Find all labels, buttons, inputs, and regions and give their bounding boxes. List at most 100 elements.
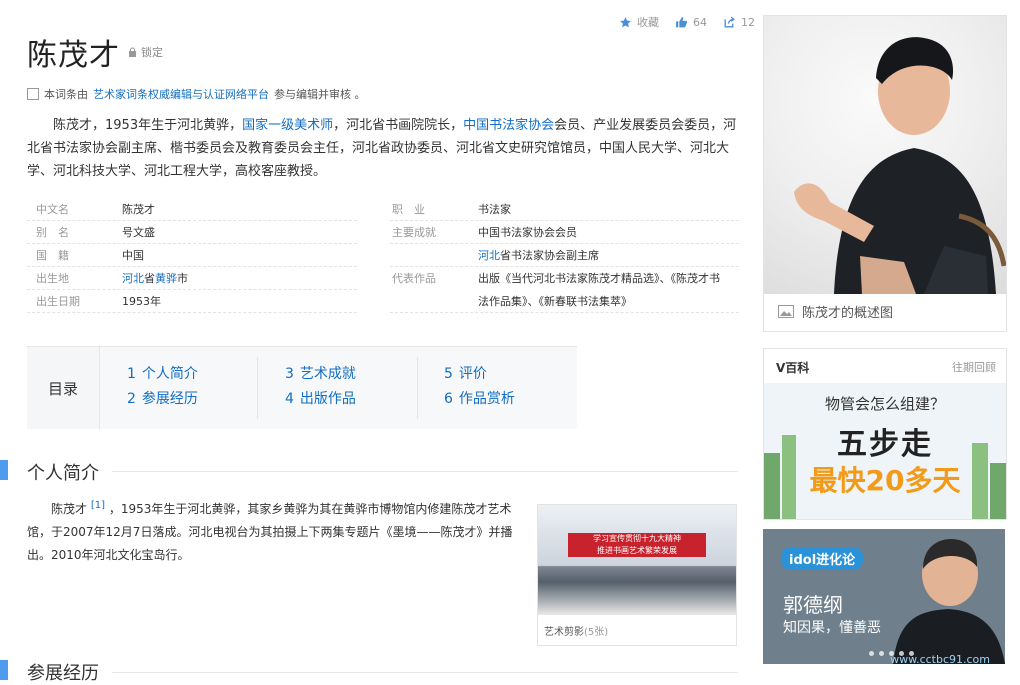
portrait-caption-text: 陈茂才的概述图	[802, 306, 894, 321]
banner-line: 推进书画艺术繁荣发展	[597, 546, 677, 555]
authority-notice: 本词条由 艺术家词条权威编辑与认证网络平台 参与编辑并审核 。	[27, 86, 366, 102]
catalog-item[interactable]: 3 艺术成就	[285, 363, 356, 383]
share-count: 12	[741, 15, 755, 29]
catalog-item[interactable]: 4 出版作品	[285, 388, 356, 408]
lock-icon	[129, 47, 136, 57]
summary-pic[interactable]: 陈茂才的概述图	[763, 15, 1007, 332]
info-value: 市	[177, 272, 188, 285]
v-baike-header: V百科 往期回顾	[764, 349, 1006, 383]
info-key: 主要成就	[392, 226, 436, 239]
like-count: 64	[693, 15, 707, 29]
info-value: 号文盛	[122, 226, 155, 239]
v-baike-title: V百科	[776, 361, 810, 375]
section-marker	[0, 460, 8, 480]
info-value-link[interactable]: 河北	[122, 272, 144, 285]
section-divider	[112, 672, 738, 673]
info-value: 中国	[122, 249, 144, 262]
v-baike-ad[interactable]: 物管会怎么组建？ 五步走 最快20多天	[764, 383, 1006, 519]
info-value: 书法家	[478, 203, 511, 216]
portrait-image[interactable]	[764, 16, 1006, 294]
summary-link[interactable]: 国家一级美术师	[242, 118, 333, 133]
section-marker	[0, 660, 8, 680]
banner-line: 学习宣传贯彻十九大精神	[593, 534, 681, 543]
lemma-summary: 陈茂才，1953年生于河北黄骅，国家一级美术师，河北省书画院院长，中国书法家协会…	[27, 114, 739, 183]
catalog-label: 艺术成就	[299, 366, 356, 382]
catalog-item[interactable]: 5 评价	[444, 363, 487, 383]
album-caption-label: 艺术剪影	[544, 627, 584, 638]
info-value: 中国书法家协会会员	[478, 226, 577, 239]
reference-link[interactable]: [1]	[91, 500, 105, 511]
authority-suffix: 参与编辑并审核 。	[274, 88, 366, 101]
authority-org-link[interactable]: 艺术家词条权威编辑与认证网络平台	[93, 86, 269, 102]
info-key: 出生日期	[36, 295, 80, 308]
catalog-number: 6	[444, 391, 453, 407]
photo-album[interactable]: 学习宣传贯彻十九大精神 推进书画艺术繁荣发展 艺术剪影(5张)	[537, 504, 737, 646]
favorite-button[interactable]: 收藏	[619, 14, 659, 30]
catalog: 目录 1 个人简介 2 参展经历 3 艺术成就 4 出版作品 5 评价 6 作品赏析	[27, 346, 577, 429]
info-key: 别 名	[36, 226, 69, 239]
ad-subheadline: 最快20多天	[809, 464, 961, 497]
info-key: 中文名	[36, 203, 69, 216]
info-value: 陈茂才	[122, 203, 155, 216]
entry-actions: 收藏 64 12	[619, 14, 755, 30]
portrait-illustration	[794, 37, 1006, 294]
star-icon	[620, 16, 631, 27]
album-count: (5张)	[584, 627, 609, 638]
info-key: 职 业	[392, 203, 425, 216]
ad-headline: 五步走	[837, 427, 933, 462]
catalog-item[interactable]: 2 参展经历	[127, 388, 198, 408]
catalog-label: 评价	[458, 366, 487, 382]
album-caption: 艺术剪影(5张)	[544, 623, 608, 638]
watermark: www.cctbc91.com	[890, 653, 990, 666]
intro-name: 陈茂才	[51, 502, 88, 516]
v-baike-panel: V百科 往期回顾 物管会怎么组建？ 五步走 最快20多天	[763, 348, 1007, 520]
photo-banner: 学习宣传贯彻十九大精神 推进书画艺术繁荣发展	[568, 533, 706, 557]
album-image[interactable]: 学习宣传贯彻十九大精神 推进书画艺术繁荣发展	[538, 505, 736, 615]
thumbs-up-icon	[676, 16, 688, 27]
promo-banner[interactable]: idol进化论 郭德纲 知因果，懂善恶	[763, 529, 1005, 664]
info-value: 省书法家协会副主席	[500, 249, 599, 262]
info-value: 法作品集》、《新春联书法集萃》	[478, 295, 632, 308]
info-value-link[interactable]: 黄骅	[155, 272, 177, 285]
like-button[interactable]: 64	[675, 16, 707, 29]
info-key: 国 籍	[36, 249, 69, 262]
lock-status: 锁定	[128, 44, 163, 60]
document-icon	[27, 88, 39, 100]
lock-label: 锁定	[141, 46, 163, 59]
summary-text: ，河北省书画院院长，	[333, 118, 464, 133]
past-issues-link[interactable]: 往期回顾	[952, 359, 996, 375]
info-value: 1953年	[122, 295, 161, 308]
ad-question: 物管会怎么组建？	[824, 395, 945, 413]
info-value: 出版《当代河北书法家陈茂才精品选》、《陈茂才书	[478, 272, 720, 285]
catalog-label: 出版作品	[299, 391, 356, 407]
section-divider	[112, 471, 738, 472]
section-intro-text: 陈茂才 [1] ，1953年生于河北黄骅，其家乡黄骅为其在黄骅市博物馆内修建陈茂…	[27, 494, 527, 567]
promo-logo: idol进化论	[781, 547, 864, 570]
authority-prefix: 本词条由	[44, 88, 88, 101]
page-title: 陈茂才	[27, 38, 120, 73]
catalog-label: 参展经历	[141, 391, 198, 407]
catalog-number: 4	[285, 391, 294, 407]
promo-name: 郭德纲	[783, 593, 843, 617]
section-title-exhibitions: 参展经历	[27, 663, 99, 684]
info-value: 省	[144, 272, 155, 285]
info-value-link[interactable]: 河北	[478, 249, 500, 262]
intro-body: ，1953年生于河北黄骅，其家乡黄骅为其在黄骅市博物馆内修建陈茂才艺术馆，于20…	[27, 502, 513, 562]
summary-link[interactable]: 中国书法家协会	[463, 118, 554, 133]
info-key: 出生地	[36, 272, 69, 285]
section-title-intro: 个人简介	[27, 463, 99, 484]
summary-text: 陈茂才，1953年生于河北黄骅，	[53, 118, 243, 133]
info-row: 中文名	[36, 198, 69, 221]
promo-slogan: 知因果，懂善恶	[783, 620, 881, 636]
catalog-number: 1	[127, 366, 136, 382]
catalog-label: 个人简介	[141, 366, 198, 382]
catalog-number: 2	[127, 391, 136, 407]
share-button[interactable]: 12	[723, 16, 755, 29]
catalog-item[interactable]: 6 作品赏析	[444, 388, 515, 408]
catalog-item[interactable]: 1 个人简介	[127, 363, 198, 383]
portrait-caption: 陈茂才的概述图	[778, 302, 893, 321]
catalog-title: 目录	[27, 347, 100, 429]
share-icon	[724, 16, 735, 27]
catalog-label: 作品赏析	[458, 391, 515, 407]
info-key: 代表作品	[392, 272, 436, 285]
